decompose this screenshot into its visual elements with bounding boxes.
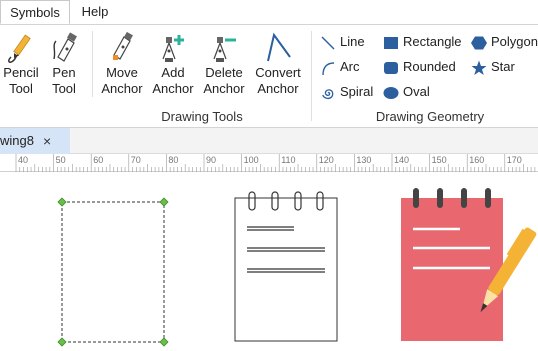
geometry-rounded-button[interactable]: Rounded: [383, 57, 456, 77]
pencil-tool-button[interactable]: Pencil Tool: [2, 31, 40, 97]
ruler-label: 50: [55, 155, 66, 165]
star-icon: [471, 60, 487, 75]
geometry-polygon-label: Polygon: [491, 34, 538, 49]
move-anchor-button[interactable]: Move Anchor: [98, 31, 146, 97]
geometry-star-label: Star: [491, 59, 515, 74]
geometry-rectangle-button[interactable]: Rectangle: [383, 32, 462, 52]
menu-bar: Symbols Help: [0, 0, 538, 24]
rounded-rectangle-icon: [384, 61, 398, 74]
geometry-line-button[interactable]: Line: [320, 32, 365, 52]
ruler-label: 120: [318, 155, 334, 165]
ruler-label: 90: [206, 155, 217, 165]
geometry-line-label: Line: [340, 34, 365, 49]
geometry-rounded-label: Rounded: [403, 59, 456, 74]
geometry-spiral-label: Spiral: [340, 84, 374, 99]
ruler-label: 40: [18, 155, 29, 165]
polygon-icon: [471, 36, 487, 50]
geometry-rectangle-label: Rectangle: [403, 34, 462, 49]
ruler-label: 130: [356, 155, 372, 165]
drawing-canvas[interactable]: [0, 172, 538, 351]
convert-anchor-label: Convert Anchor: [255, 65, 301, 96]
ruler-label: 170: [506, 155, 522, 165]
add-anchor-button[interactable]: Add Anchor: [150, 31, 196, 97]
ribbon-separator: [92, 31, 93, 97]
pen-tool-icon: [53, 32, 77, 62]
notepad-red-shape[interactable]: [401, 188, 537, 341]
delete-anchor-icon: [213, 37, 236, 62]
geometry-arc-button[interactable]: Arc: [320, 57, 360, 77]
document-tab[interactable]: wing8 ×: [0, 128, 70, 154]
spiral-icon: [322, 88, 334, 99]
ruler-ticks: [15, 154, 536, 172]
geometry-spiral-button[interactable]: Spiral: [320, 82, 373, 102]
delete-anchor-button[interactable]: Delete Anchor: [200, 31, 248, 97]
ruler-label: 150: [431, 155, 447, 165]
ruler-label: 140: [394, 155, 410, 165]
ribbon-separator: [311, 31, 312, 121]
move-anchor-label: Move Anchor: [101, 65, 143, 96]
close-icon[interactable]: ×: [43, 128, 51, 154]
selected-rectangle[interactable]: [57, 197, 169, 347]
convert-anchor-icon: [267, 32, 291, 62]
move-anchor-icon: [113, 31, 133, 60]
geometry-polygon-button[interactable]: Polygon: [471, 32, 538, 52]
horizontal-ruler: 40 50 60 70 80 90 100 110 120 130 140 150 160 170: [0, 154, 538, 172]
ruler-label: 70: [130, 155, 141, 165]
geometry-arc-label: Arc: [340, 59, 360, 74]
ruler-label: 160: [469, 155, 485, 165]
pencil-icon: [8, 34, 31, 63]
ruler-label: 60: [93, 155, 104, 165]
canvas-shapes: [57, 188, 537, 347]
arc-icon: [322, 61, 335, 75]
menu-tab-symbols[interactable]: Symbols: [0, 0, 70, 24]
geometry-star-button[interactable]: Star: [471, 57, 515, 77]
ruler-label: 80: [168, 155, 179, 165]
pen-tool-label: Pen Tool: [52, 65, 76, 96]
add-anchor-label: Add Anchor: [152, 65, 194, 96]
ruler-label: 100: [243, 155, 259, 165]
pencil-tool-label: Pencil Tool: [3, 65, 39, 96]
line-icon: [321, 36, 335, 50]
delete-anchor-label: Delete Anchor: [203, 65, 245, 96]
ruler-label: 110: [281, 155, 296, 165]
pen-tool-button[interactable]: Pen Tool: [44, 31, 84, 97]
drawing-geometry-group-label: Drawing Geometry: [375, 109, 485, 124]
geometry-oval-button[interactable]: Oval: [383, 82, 430, 102]
menu-tab-help[interactable]: Help: [74, 0, 116, 24]
geometry-oval-label: Oval: [403, 84, 430, 99]
document-tab-title: wing8: [0, 133, 34, 148]
ribbon: Pencil Tool Pen Tool Move Anchor Add Anc…: [0, 24, 538, 128]
convert-anchor-button[interactable]: Convert Anchor: [252, 31, 304, 97]
notepad-outline-shape[interactable]: [234, 191, 338, 342]
rectangle-icon: [384, 36, 398, 49]
document-tab-bar: wing8 ×: [0, 128, 538, 154]
add-anchor-icon: [162, 35, 184, 62]
drawing-tools-group-label: Drawing Tools: [161, 109, 243, 124]
oval-icon: [383, 86, 399, 99]
